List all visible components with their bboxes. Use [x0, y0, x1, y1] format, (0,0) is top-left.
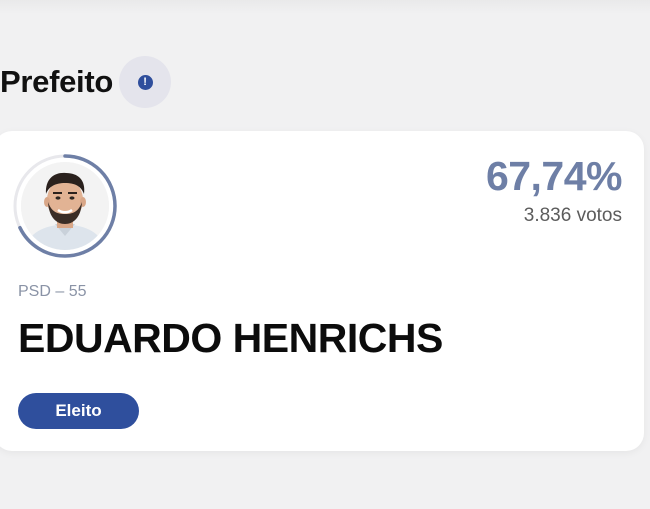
section-title: Prefeito — [0, 64, 114, 99]
section-header: Prefeito ! — [0, 56, 172, 108]
vote-count: 3.836 votos — [523, 205, 622, 226]
info-button[interactable]: ! — [119, 56, 172, 108]
vote-percentage: 67,74% — [485, 153, 623, 199]
avatar-with-progress-ring — [12, 153, 118, 259]
avatar — [21, 162, 109, 250]
candidate-card[interactable]: 67,74% 3.836 votos PSD – 55 EDUARDO HENR… — [0, 131, 644, 451]
info-icon: ! — [137, 74, 153, 90]
candidate-name: EDUARDO HENRICHS — [18, 315, 443, 361]
party-label: PSD – 55 — [18, 283, 87, 300]
status-badge: Eleito — [18, 393, 139, 429]
top-strip — [0, 0, 650, 14]
